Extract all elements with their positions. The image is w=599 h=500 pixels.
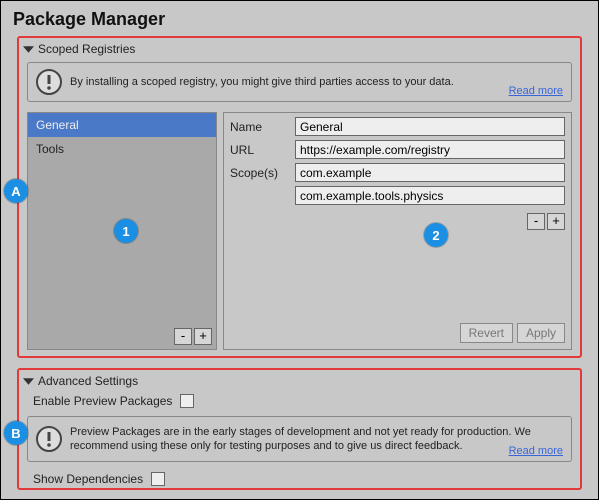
callout-2: 2 — [424, 223, 448, 247]
package-manager-window: Package Manager Scoped Registries By ins… — [0, 0, 599, 500]
url-label: URL — [230, 143, 295, 157]
scope-field-0[interactable] — [295, 163, 565, 182]
scoped-registries-info-box: By installing a scoped registry, you mig… — [27, 62, 572, 102]
chevron-down-icon — [23, 376, 34, 387]
callout-1: 1 — [114, 219, 138, 243]
name-field[interactable] — [295, 117, 565, 136]
add-registry-button[interactable]: + — [194, 328, 212, 345]
show-dependencies-label: Show Dependencies — [33, 472, 143, 486]
show-dependencies-checkbox[interactable] — [151, 472, 165, 486]
advanced-info-box: Preview Packages are in the early stages… — [27, 416, 572, 462]
scope-field-1[interactable] — [295, 186, 565, 205]
registries-body: General Tools - + 1 Name URL Scope — [19, 108, 580, 358]
revert-button[interactable]: Revert — [460, 323, 513, 343]
section-header-label: Advanced Settings — [38, 374, 138, 388]
remove-scope-button[interactable]: - — [527, 213, 545, 230]
alert-icon — [36, 426, 62, 452]
advanced-read-more-link[interactable]: Read more — [509, 445, 563, 457]
remove-registry-button[interactable]: - — [174, 328, 192, 345]
registry-item-general[interactable]: General — [28, 113, 216, 137]
registries-list: General Tools - + 1 — [27, 112, 217, 350]
chevron-down-icon — [23, 44, 34, 55]
name-label: Name — [230, 120, 295, 134]
url-field[interactable] — [295, 140, 565, 159]
registry-item-tools[interactable]: Tools — [28, 137, 216, 161]
advanced-settings-section: Advanced Settings Enable Preview Package… — [17, 368, 582, 490]
advanced-settings-foldout[interactable]: Advanced Settings — [19, 370, 580, 390]
info-message: By installing a scoped registry, you mig… — [70, 75, 563, 89]
scoped-registries-foldout[interactable]: Scoped Registries — [19, 38, 580, 58]
advanced-info-message: Preview Packages are in the early stages… — [70, 425, 563, 454]
registry-form: Name URL Scope(s) - + — [223, 112, 572, 350]
read-more-link[interactable]: Read more — [509, 85, 563, 97]
alert-icon — [36, 69, 62, 95]
scopes-label: Scope(s) — [230, 166, 295, 180]
window-title: Package Manager — [1, 1, 598, 36]
callout-A: A — [4, 179, 28, 203]
section-header-label: Scoped Registries — [38, 42, 135, 56]
scoped-registries-section: Scoped Registries By installing a scoped… — [17, 36, 582, 358]
enable-preview-label: Enable Preview Packages — [33, 394, 172, 408]
enable-preview-checkbox[interactable] — [180, 394, 194, 408]
add-scope-button[interactable]: + — [547, 213, 565, 230]
callout-B: B — [4, 421, 28, 445]
apply-button[interactable]: Apply — [517, 323, 565, 343]
